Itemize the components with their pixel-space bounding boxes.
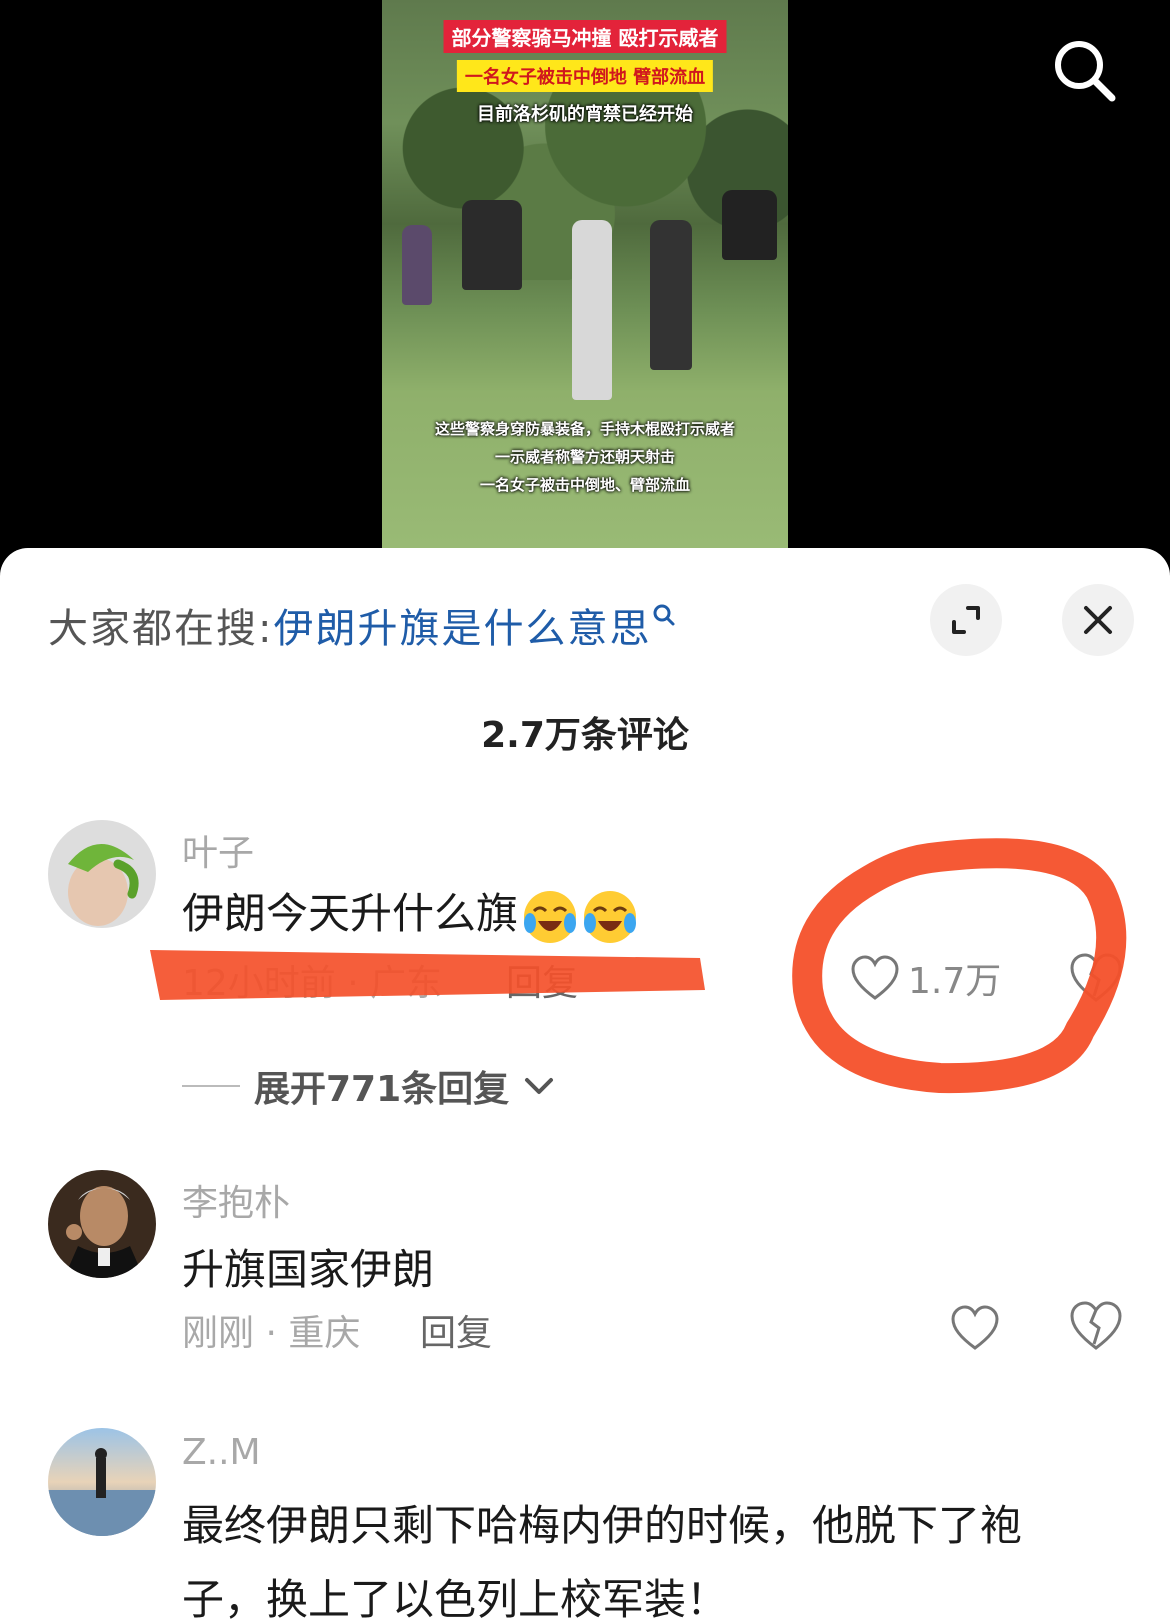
comment-username[interactable]: 叶子: [182, 824, 254, 876]
divider-line: [182, 1085, 240, 1087]
heart-icon: [951, 1305, 999, 1350]
video-subtitle-line: 一示威者称警方还朝天射击: [494, 448, 676, 466]
video-scene-figure: [650, 220, 692, 370]
comment-time-location: 刚刚 · 重庆: [182, 1313, 361, 1354]
expand-button[interactable]: [930, 584, 1002, 656]
chevron-down-icon: [525, 1078, 554, 1094]
search-suggestion-prefix: 大家都在搜:: [48, 606, 274, 652]
comment-content: 最终伊朗只剩下哈梅内伊的时候，他脱下了袍: [182, 1501, 1023, 1550]
video-subtitle-line: 这些警察身穿防暴装备，手持木棍殴打示威者: [434, 420, 736, 438]
close-icon: [1084, 606, 1112, 634]
video-scene-figure: [402, 225, 432, 305]
search-icon: [1055, 41, 1116, 102]
video-frame[interactable]: 部分警察骑马冲撞 殴打示威者 一名女子被击中倒地 臂部流血 目前洛杉矶的宵禁已经…: [382, 0, 788, 560]
avatar[interactable]: [48, 1428, 156, 1536]
broken-heart-icon: [1070, 1301, 1122, 1350]
video-caption-curfew: 目前洛杉矶的宵禁已经开始: [477, 104, 693, 125]
comment-username[interactable]: 李抱朴: [182, 1174, 290, 1226]
video-player[interactable]: 部分警察骑马冲撞 殴打示威者 一名女子被击中倒地 臂部流血 目前洛杉矶的宵禁已经…: [0, 0, 1170, 560]
like-button[interactable]: 1.7万: [850, 948, 1001, 1008]
search-suggestion-query[interactable]: 伊朗升旗是什么意思: [273, 606, 651, 652]
comment-username[interactable]: Z..M: [182, 1432, 261, 1473]
search-button[interactable]: [1050, 36, 1120, 106]
search-suggestion[interactable]: 大家都在搜:伊朗升旗是什么意思: [48, 596, 677, 654]
like-count: 1.7万: [908, 961, 1002, 1002]
avatar[interactable]: [48, 1170, 156, 1278]
video-caption-top: 部分警察骑马冲撞 殴打示威者: [443, 20, 727, 53]
reply-button[interactable]: 回复: [420, 1304, 492, 1356]
video-scene-figure: [572, 220, 612, 400]
video-scene-figure: [462, 200, 522, 290]
video-caption-highlight: 一名女子被击中倒地 臂部流血: [456, 60, 714, 92]
crying-laughing-emoji-icon: [524, 890, 577, 943]
comment-time-location: 12小时前 · 广东: [182, 963, 443, 1004]
dislike-button[interactable]: [1068, 1298, 1124, 1354]
reply-button[interactable]: 回复: [506, 954, 578, 1006]
dislike-button[interactable]: [1068, 950, 1124, 1006]
expand-replies-label: 展开771条回复: [254, 1069, 510, 1110]
like-button[interactable]: [950, 1298, 1000, 1358]
video-scene-figure: [722, 190, 777, 260]
expand-icon: [952, 606, 980, 634]
comment-count-title: 2.7万条评论: [481, 715, 689, 756]
comment-text: 伊朗今天升什么旗: [182, 889, 519, 938]
comment-content: 子，换上了以色列上校军装！: [182, 1575, 729, 1623]
crying-laughing-emoji-icon: [584, 890, 637, 943]
broken-heart-icon: [1070, 953, 1122, 1002]
avatar[interactable]: [48, 820, 156, 928]
heart-icon: [851, 955, 899, 1000]
close-button[interactable]: [1062, 584, 1134, 656]
video-subtitle-line: 一名女子被击中倒地、臂部流血: [479, 476, 691, 494]
comment-content: 升旗国家伊朗: [182, 1245, 435, 1294]
comment-sheet: 大家都在搜:伊朗升旗是什么意思 2.7万条评论 叶子 伊朗今天升什么旗 12小时…: [0, 548, 1170, 1623]
expand-replies-button[interactable]: 展开771条回复: [182, 1060, 555, 1112]
search-icon: [653, 604, 675, 626]
comment-content: 伊朗今天升什么旗: [182, 880, 638, 945]
